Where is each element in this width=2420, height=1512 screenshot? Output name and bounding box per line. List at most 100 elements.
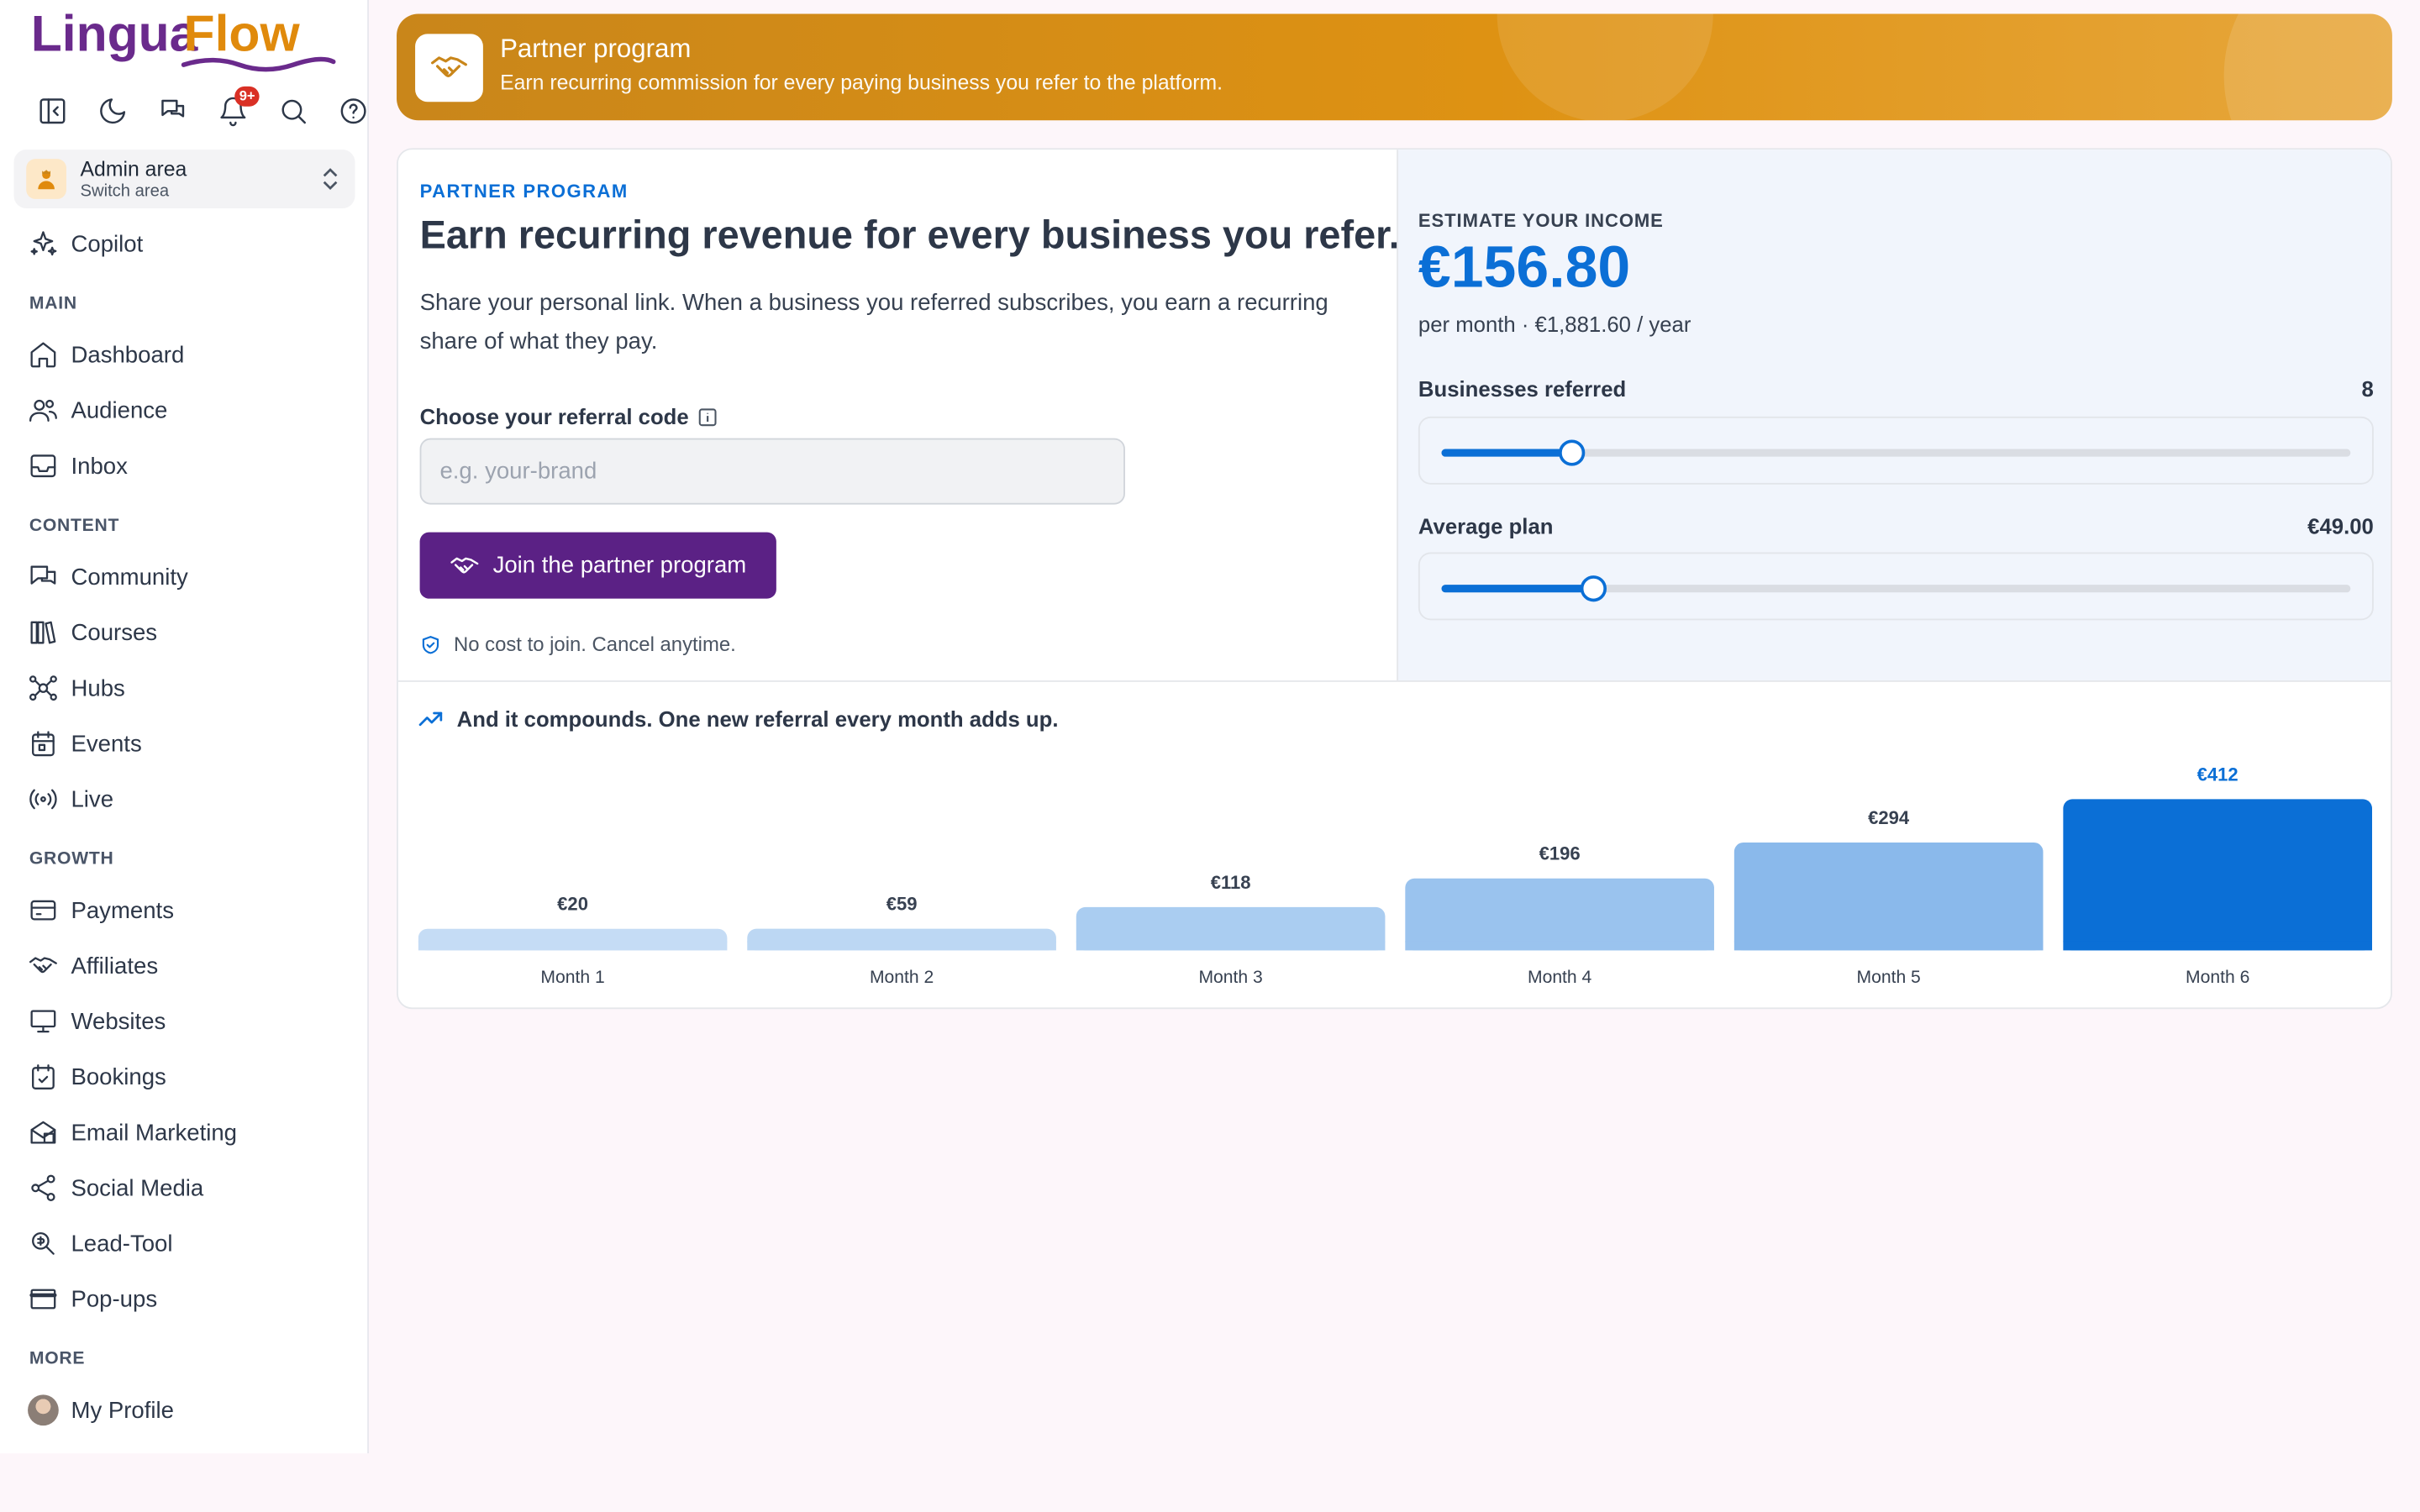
logo[interactable]: Lingua Flow [31, 3, 339, 77]
sidebar: Lingua Flow 9+ Admin area Switch area Co… [0, 0, 369, 1454]
businesses-slider[interactable] [1418, 416, 2374, 485]
sidebar-item-label: Affiliates [71, 953, 159, 979]
plan-slider[interactable] [1418, 552, 2374, 621]
sidebar-item-events[interactable]: Events [0, 716, 369, 771]
chat-bubbles-icon [30, 565, 56, 585]
broadcast-icon [29, 789, 57, 810]
sidebar-item-label: Hubs [71, 675, 125, 701]
compound-bar-chart: €20 Month 1 €59 Month 2 €118 Month 3 €196 Month… [418, 764, 2373, 987]
no-cost-note: No cost to join. Cancel anytime. [420, 633, 736, 656]
sidebar-item-label: Events [71, 730, 142, 757]
area-title: Admin area [80, 156, 187, 180]
notifications-icon[interactable]: 9+ [203, 86, 263, 129]
sparkles-icon [30, 231, 57, 256]
admin-avatar-icon [26, 159, 66, 199]
sidebar-item-label: Dashboard [71, 341, 185, 369]
chart-bar-4 [1405, 878, 1714, 951]
businesses-referred-value: 8 [2361, 376, 2374, 402]
referral-code-input[interactable] [419, 438, 1125, 505]
slider-thumb[interactable] [1580, 575, 1607, 602]
partner-card: PARTNER PROGRAM Earn recurring revenue f… [397, 148, 2392, 1010]
users-icon [29, 399, 57, 422]
chart-bar-base-3 [1076, 941, 1386, 951]
referral-code-label: Choose your referral code [420, 404, 718, 429]
area-switcher[interactable]: Admin area Switch area [13, 150, 355, 208]
chart-category-label: Month 2 [870, 968, 934, 987]
chart-value-label: €20 [557, 894, 588, 915]
sidebar-item-label: Courses [71, 619, 158, 646]
sidebar-item-hubs[interactable]: Hubs [0, 660, 369, 716]
chat-icon[interactable] [142, 92, 203, 129]
monitor-icon [30, 1010, 56, 1033]
partner-intro: PARTNER PROGRAM Earn recurring revenue f… [398, 150, 1400, 680]
handshake-icon [29, 957, 57, 974]
hub-network-icon [29, 675, 57, 701]
slider-track[interactable] [1441, 575, 2351, 602]
sidebar-item-label: Email Marketing [71, 1119, 238, 1146]
average-plan-label: Average plan [1418, 513, 1554, 539]
estimate-value: €156.80 [1418, 236, 1631, 302]
sidebar-item-inbox[interactable]: Inbox [0, 438, 369, 494]
chart-bar-6 [2063, 799, 2373, 951]
sidebar-item-courses[interactable]: Courses [0, 605, 369, 660]
banner-title: Partner program [500, 34, 692, 64]
help-icon[interactable] [323, 92, 383, 129]
chart-category-label: Month 6 [2186, 968, 2249, 987]
sidebar-item-label: Pop-ups [71, 1285, 158, 1313]
section-main: MAIN [29, 294, 77, 313]
chart-category-label: Month 4 [1528, 968, 1592, 987]
description: Share your personal link. When a busines… [419, 290, 1328, 355]
chart-category-label: Month 1 [540, 968, 604, 987]
info-icon[interactable] [698, 407, 718, 427]
sidebar-item-label: Inbox [71, 453, 128, 480]
handshake-icon [450, 556, 480, 573]
chart-category-label: Month 3 [1198, 968, 1262, 987]
calendar-icon [32, 731, 55, 757]
page-title: Earn recurring revenue for every busines… [419, 214, 1400, 258]
chevron-updown-icon [323, 168, 338, 191]
chart-bar-base-5 [1733, 941, 2044, 951]
businesses-referred-label: Businesses referred [1418, 376, 1627, 402]
sidebar-item-label: Live [71, 785, 114, 813]
slider-thumb[interactable] [1558, 439, 1585, 466]
handshake-icon [415, 34, 483, 102]
sidebar-nav: Copilot MAIN Dashboard Audience Inbox CO… [0, 216, 369, 1438]
partner-banner: Partner program Earn recurring commissio… [397, 13, 2392, 121]
sidebar-item-pop-ups[interactable]: Pop-ups [0, 1271, 369, 1326]
window-icon [29, 1289, 57, 1310]
sidebar-item-affiliates[interactable]: Affiliates [0, 938, 369, 994]
inbox-icon [30, 454, 56, 478]
slider-fill [1441, 449, 1571, 457]
chart-value-label: €59 [886, 894, 918, 915]
shield-check-icon [422, 635, 439, 654]
join-button-label: Join the partner program [492, 552, 747, 579]
sidebar-item-email-marketing[interactable]: Email Marketing [0, 1105, 369, 1160]
sidebar-item-websites[interactable]: Websites [0, 994, 369, 1049]
sidebar-item-lead-tool[interactable]: Lead-Tool [0, 1215, 369, 1271]
sidebar-item-community[interactable]: Community [0, 549, 369, 605]
no-cost-text: No cost to join. Cancel anytime. [453, 633, 736, 656]
sidebar-item-label: Copilot [71, 230, 144, 257]
sidebar-item-copilot[interactable]: Copilot [0, 216, 369, 271]
logo-text-flow: Flow [184, 5, 301, 62]
chart-bar-base-4 [1405, 941, 1714, 951]
sidebar-item-social-media[interactable]: Social Media [0, 1160, 369, 1215]
sidebar-toolbar: 9+ [22, 86, 383, 129]
sidebar-item-dashboard[interactable]: Dashboard [0, 327, 369, 382]
sidebar-item-audience[interactable]: Audience [0, 383, 369, 438]
join-partner-program-button[interactable]: Join the partner program [419, 532, 776, 599]
slider-track[interactable] [1441, 439, 2351, 466]
area-subtitle: Switch area [80, 181, 170, 200]
sidebar-item-my-profile[interactable]: My Profile [0, 1383, 369, 1438]
estimate-subtext: per month · €1,881.60 / year [1418, 312, 1691, 337]
sidebar-item-label: Community [71, 564, 188, 591]
calendar-check-icon [32, 1064, 55, 1089]
sidebar-item-label: My Profile [71, 1397, 174, 1424]
sidebar-item-live[interactable]: Live [0, 771, 369, 827]
dark-mode-icon[interactable] [82, 92, 142, 129]
credit-card-icon [30, 900, 56, 921]
sidebar-item-bookings[interactable]: Bookings [0, 1049, 369, 1105]
sidebar-item-payments[interactable]: Payments [0, 883, 369, 938]
search-icon[interactable] [262, 92, 323, 129]
collapse-sidebar-icon[interactable] [22, 92, 82, 129]
